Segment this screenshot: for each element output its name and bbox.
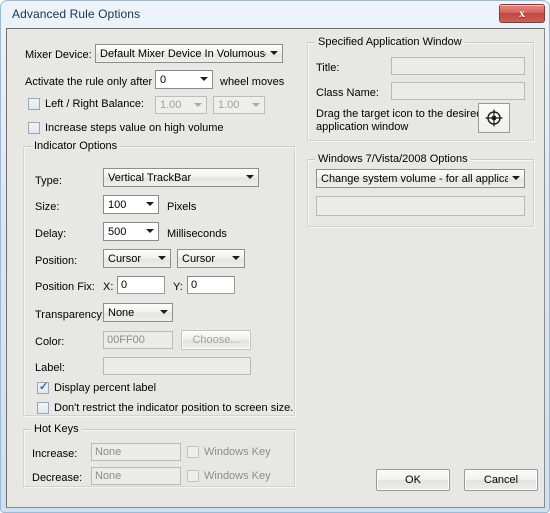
balance-right-combo[interactable]: 1.00 xyxy=(213,96,265,114)
hotkey-increase-input[interactable]: None xyxy=(91,443,181,461)
indicator-size-combo[interactable]: 100 xyxy=(103,195,159,214)
balance-left-value: 1.00 xyxy=(160,99,182,111)
chevron-down-icon xyxy=(190,102,206,109)
indicator-position-label: Position: xyxy=(35,255,78,267)
windows-options-extra-input[interactable] xyxy=(316,196,525,216)
checkbox-box xyxy=(28,98,40,110)
app-class-input[interactable] xyxy=(391,82,525,100)
specified-application-window-title: Specified Application Window xyxy=(315,36,465,48)
chevron-down-icon xyxy=(142,201,158,208)
balance-checkbox[interactable]: Left / Right Balance: xyxy=(28,98,144,110)
checkbox-box xyxy=(187,446,199,458)
indicator-delay-value: 500 xyxy=(104,225,142,238)
indicator-transparency-combo[interactable]: None xyxy=(103,303,173,322)
activate-rule-label: Activate the rule only after xyxy=(25,76,153,88)
position-fix-y-label: Y: xyxy=(173,281,183,293)
no-restrict-checkbox[interactable]: Don't restrict the indicator position to… xyxy=(37,402,293,414)
checkbox-box xyxy=(37,402,49,414)
windows-volume-mode-combo[interactable]: Change system volume - for all applicati… xyxy=(316,169,525,188)
windows-options-title: Windows 7/Vista/2008 Options xyxy=(315,153,471,165)
indicator-transparency-value: None xyxy=(108,306,135,319)
indicator-transparency-label: Transparency: xyxy=(35,309,105,321)
indicator-options-title: Indicator Options xyxy=(31,140,121,152)
display-percent-checkbox[interactable]: ✓ Display percent label xyxy=(37,381,157,394)
indicator-color-input[interactable]: 00FF00 xyxy=(103,331,173,349)
indicator-position-x-value: Cursor xyxy=(108,252,142,265)
chevron-down-icon xyxy=(242,174,258,181)
checkbox-box: ✓ xyxy=(37,381,49,394)
app-class-label: Class Name: xyxy=(316,87,379,99)
indicator-delay-units: Milliseconds xyxy=(167,228,227,240)
indicator-delay-label: Delay: xyxy=(35,228,67,240)
chevron-down-icon xyxy=(154,255,170,262)
chevron-down-icon xyxy=(266,50,282,57)
indicator-type-label: Type: xyxy=(35,175,62,187)
indicator-type-value: Vertical TrackBar xyxy=(108,171,192,184)
position-fix-x-label: X: xyxy=(103,281,114,293)
indicator-position-x-combo[interactable]: Cursor xyxy=(103,249,171,268)
cancel-button[interactable]: Cancel xyxy=(464,469,538,491)
balance-checkbox-label: Left / Right Balance: xyxy=(45,98,145,110)
increase-steps-checkbox[interactable]: Increase steps value on high volume xyxy=(28,122,224,134)
indicator-position-y-combo[interactable]: Cursor xyxy=(177,249,245,268)
wheel-moves-combo[interactable]: 0 xyxy=(155,70,213,89)
chevron-down-icon xyxy=(142,228,158,235)
hotkey-increase-windows-key-label: Windows Key xyxy=(204,446,271,458)
indicator-text-input[interactable] xyxy=(103,357,251,375)
indicator-size-value: 100 xyxy=(104,198,142,211)
windows-volume-mode-value: Change system volume - for all applicati… xyxy=(321,172,508,185)
indicator-size-units: Pixels xyxy=(167,201,197,213)
title-bar: Advanced Rule Options x xyxy=(1,1,549,28)
app-title-input[interactable] xyxy=(391,57,525,75)
display-percent-label: Display percent label xyxy=(54,382,157,394)
wheel-moves-suffix: wheel moves xyxy=(220,76,285,88)
hotkey-increase-windows-key-checkbox[interactable]: Windows Key xyxy=(187,446,271,458)
chevron-down-icon xyxy=(196,76,212,83)
drag-target-line1: Drag the target icon to the desired xyxy=(316,108,483,120)
close-button[interactable]: x xyxy=(499,4,545,23)
no-restrict-label: Don't restrict the indicator position to… xyxy=(54,402,294,414)
dialog-window: Advanced Rule Options x Mixer Device: De… xyxy=(0,0,550,513)
mixer-device-combo[interactable]: Default Mixer Device In Volumouse xyxy=(95,44,283,63)
app-title-label: Title: xyxy=(316,62,340,74)
drag-target-button[interactable] xyxy=(478,103,510,133)
indicator-position-y-value: Cursor xyxy=(182,252,216,265)
indicator-delay-combo[interactable]: 500 xyxy=(103,222,159,241)
position-fix-x-input[interactable]: 0 xyxy=(117,276,165,294)
drag-target-line2: application window xyxy=(316,121,409,133)
hotkey-increase-label: Increase: xyxy=(32,448,78,460)
hotkey-decrease-input[interactable]: None xyxy=(91,467,181,485)
balance-right-value: 1.00 xyxy=(218,99,240,111)
indicator-size-label: Size: xyxy=(35,201,60,213)
hotkey-decrease-label: Decrease: xyxy=(32,472,83,484)
chevron-down-icon xyxy=(508,175,524,182)
wheel-moves-value: 0 xyxy=(156,73,196,86)
checkbox-box xyxy=(187,470,199,482)
hotkey-decrease-windows-key-checkbox[interactable]: Windows Key xyxy=(187,470,271,482)
window-title: Advanced Rule Options xyxy=(12,7,141,21)
chevron-down-icon xyxy=(228,255,244,262)
crosshair-target-icon xyxy=(485,109,503,127)
indicator-position-fix-label: Position Fix: xyxy=(35,281,95,293)
indicator-type-combo[interactable]: Vertical TrackBar xyxy=(103,168,259,187)
hotkey-decrease-windows-key-label: Windows Key xyxy=(204,470,271,482)
ok-button[interactable]: OK xyxy=(376,469,450,491)
checkbox-box xyxy=(28,122,40,134)
mixer-device-label: Mixer Device: xyxy=(25,49,92,61)
choose-color-button[interactable]: Choose... xyxy=(181,330,251,350)
dialog-client-area: Mixer Device: Default Mixer Device In Vo… xyxy=(6,28,545,508)
indicator-color-label: Color: xyxy=(35,336,65,348)
mixer-device-value: Default Mixer Device In Volumouse xyxy=(100,47,266,60)
balance-left-combo[interactable]: 1.00 xyxy=(155,96,207,114)
increase-steps-label: Increase steps value on high volume xyxy=(45,122,224,134)
hot-keys-title: Hot Keys xyxy=(31,423,82,435)
close-icon: x xyxy=(519,6,525,20)
chevron-down-icon xyxy=(156,309,172,316)
position-fix-y-input[interactable]: 0 xyxy=(187,276,235,294)
chevron-down-icon xyxy=(248,102,264,109)
checkmark-icon: ✓ xyxy=(39,381,49,393)
indicator-text-label: Label: xyxy=(35,362,65,374)
